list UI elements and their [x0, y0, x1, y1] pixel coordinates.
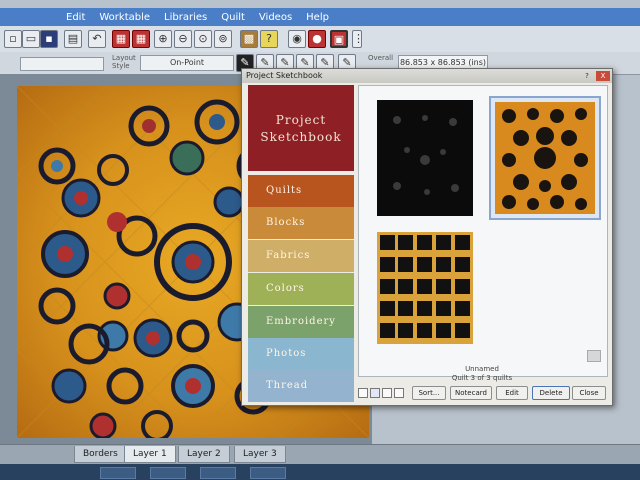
dialog-title: Project Sketchbook	[242, 69, 612, 83]
tab-layer-3[interactable]: Layer 3	[234, 446, 286, 463]
taskbar-item[interactable]	[100, 467, 136, 479]
sidebar-item-embroidery[interactable]: Embroidery	[248, 306, 354, 338]
header-line-2: Sketchbook	[260, 130, 342, 144]
menu-quilt[interactable]: Quilt	[221, 12, 245, 23]
menu-bar: Edit Worktable Libraries Quilt Videos He…	[0, 8, 640, 26]
app-screen: Edit Worktable Libraries Quilt Videos He…	[0, 0, 640, 480]
menu-videos[interactable]: Videos	[259, 12, 292, 23]
view-grid-small-icon[interactable]	[370, 388, 380, 398]
save-icon[interactable]: ▪	[40, 30, 58, 48]
tab-borders[interactable]: Borders	[74, 446, 127, 463]
help-icon[interactable]: ?	[582, 71, 592, 81]
quilt-name-caption: Unnamed	[465, 365, 499, 373]
zoom-out-icon[interactable]: ⊖	[174, 30, 192, 48]
new-icon[interactable]: ▫	[4, 30, 22, 48]
sidebar-item-colors[interactable]: Colors	[248, 273, 354, 305]
sketchbook-icon[interactable]: ▣	[330, 30, 348, 48]
quilt-thumbnail-3-graphic	[380, 235, 470, 338]
taskbar-item[interactable]	[200, 467, 236, 479]
quilt-thumbnail-1-graphic	[393, 115, 459, 195]
toolbar-more-icon[interactable]: ⋮	[352, 30, 364, 48]
quilt-thumbnail-2-graphic	[502, 108, 588, 210]
hint-icon[interactable]: ?	[260, 30, 278, 48]
layout-style-field[interactable]: On-Point	[140, 55, 234, 71]
sidebar-item-photos[interactable]: Photos	[248, 338, 354, 370]
view-grid-medium-icon[interactable]	[382, 388, 392, 398]
sidebar-header: Project Sketchbook	[248, 85, 354, 171]
sidebar-item-blocks[interactable]: Blocks	[248, 207, 354, 239]
close-button[interactable]: Close	[572, 386, 606, 400]
quilt-thumbnail-1[interactable]	[377, 100, 473, 216]
project-sketchbook-dialog: Project Sketchbook ? X Project Sketchboo…	[241, 68, 613, 406]
zoom-fit-icon[interactable]: ⊙	[194, 30, 212, 48]
undo-icon[interactable]: ↶	[88, 30, 106, 48]
stop-icon[interactable]: ●	[308, 30, 326, 48]
quilt-thumbnail-2[interactable]	[495, 102, 595, 214]
taskbar-item[interactable]	[250, 467, 286, 479]
quilt-thumbnail-3[interactable]	[377, 232, 473, 344]
menu-libraries[interactable]: Libraries	[164, 12, 207, 23]
taskbar	[0, 464, 640, 480]
camera-icon[interactable]: ◉	[288, 30, 306, 48]
tab-layer-2[interactable]: Layer 2	[178, 446, 230, 463]
quilt-gallery	[358, 85, 608, 377]
notecard-button[interactable]: Notecard	[450, 386, 492, 400]
taskbar-item[interactable]	[150, 467, 186, 479]
header-line-1: Project	[275, 113, 327, 127]
edit-button[interactable]: Edit	[496, 386, 528, 400]
menu-worktable[interactable]: Worktable	[99, 12, 150, 23]
layout-style-label: Layout Style	[112, 54, 136, 70]
view-grid-large-icon[interactable]	[394, 388, 404, 398]
view-single-icon[interactable]	[358, 388, 368, 398]
sidebar-item-quilts[interactable]: Quilts	[248, 175, 354, 207]
zoom-in-icon[interactable]: ⊕	[154, 30, 172, 48]
open-icon[interactable]: ▭	[22, 30, 40, 48]
sort-button[interactable]: Sort...	[412, 386, 446, 400]
menu-help[interactable]: Help	[306, 12, 329, 23]
close-icon[interactable]: X	[596, 71, 610, 81]
overall-label: Overall	[368, 54, 394, 62]
main-toolbar: ▫ ▭ ▪ ▤ ↶ ▦ ▦ ⊕ ⊖ ⊙ ⊚ ▩ ? ◉ ● ▣ ⋮	[0, 26, 640, 53]
zoom-refresh-icon[interactable]: ⊚	[214, 30, 232, 48]
sidebar-item-fabrics[interactable]: Fabrics	[248, 240, 354, 272]
sidebar-item-thread[interactable]: Thread	[248, 370, 354, 402]
library-icon[interactable]: ▦	[132, 30, 150, 48]
delete-button[interactable]: Delete	[532, 386, 570, 400]
add-to-sketchbook-icon[interactable]: ▦	[112, 30, 130, 48]
sketchbook-sidebar: Project Sketchbook Quilts Blocks Fabrics…	[248, 85, 354, 403]
print-icon[interactable]: ▤	[64, 30, 82, 48]
dialog-footer: Sort... Notecard Edit Delete Close	[358, 385, 608, 401]
tab-layer-1[interactable]: Layer 1	[124, 446, 176, 463]
layer-tabs: Borders Layer 1 Layer 2 Layer 3	[0, 444, 640, 465]
style-dropdown[interactable]	[20, 57, 104, 71]
gallery-scroll-button[interactable]	[587, 350, 601, 362]
quilt-view-icon[interactable]: ▩	[240, 30, 258, 48]
quilt-count-caption: Quilt 3 of 3 quilts	[451, 374, 513, 382]
menu-edit[interactable]: Edit	[66, 12, 85, 23]
